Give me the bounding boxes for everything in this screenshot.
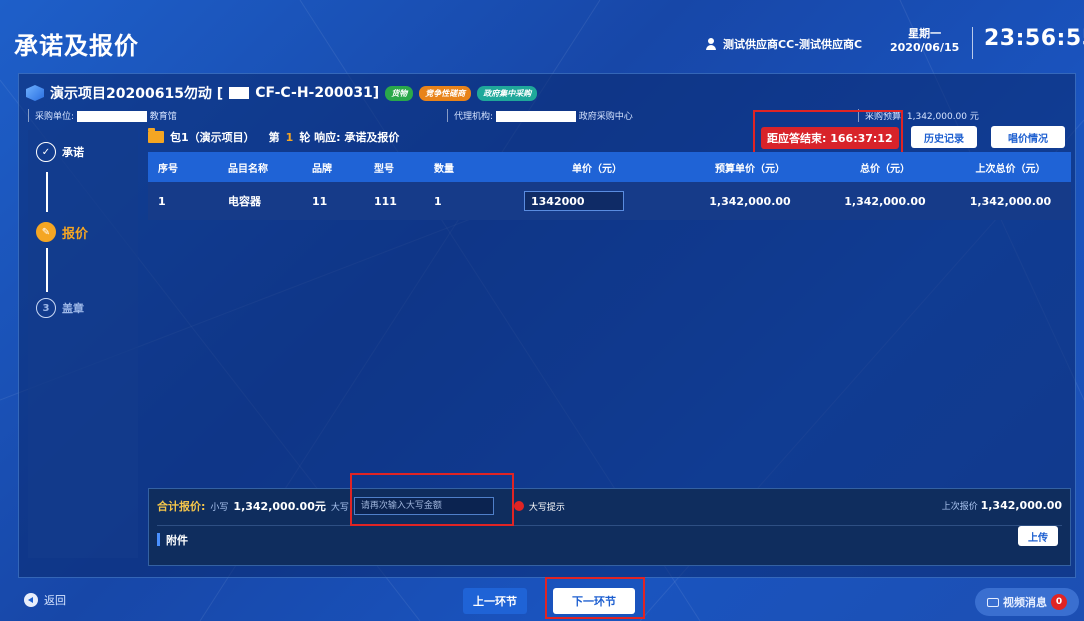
page-title: 承诺及报价 — [14, 32, 139, 60]
user-icon — [705, 38, 717, 50]
table-header-row: 序号 品目名称 品牌 型号 数量 单价（元） 预算单价（元） 总价（元） 上次总… — [148, 152, 1071, 182]
attachment-marker — [157, 533, 160, 546]
package-name: 包1（演示项目） — [170, 131, 255, 144]
project-title-prefix: 演示项目20200615勿动 [ — [50, 86, 224, 102]
video-message-button[interactable]: 视频消息 0 — [975, 588, 1079, 616]
clock: 23:56:55 — [984, 26, 1084, 51]
step-sidebar: ✓ 承诺 ✎ 报价 3 盖章 — [28, 130, 138, 558]
step-quote[interactable]: ✎ 报价 — [36, 222, 88, 242]
round-number: 1 — [285, 130, 294, 144]
last-quote-value: 1,342,000.00 — [980, 499, 1062, 512]
folder-icon — [148, 128, 164, 143]
project-icon — [26, 85, 44, 101]
total-quote-label: 合计报价: — [157, 500, 206, 513]
tag-procurement-type: 政府集中采购 — [477, 85, 538, 101]
col-model: 型号 — [364, 152, 424, 182]
user-name: 测试供应商CC-测试供应商C — [723, 38, 863, 51]
prev-step-button[interactable]: 上一环节 — [463, 588, 527, 614]
step-number: 3 — [36, 298, 56, 318]
date-block: 星期一 2020/06/15 — [890, 27, 959, 55]
cell-model: 111 — [364, 182, 424, 220]
caps-input-highlight — [350, 473, 514, 526]
cell-total: 1,342,000.00 — [820, 182, 950, 220]
header-divider — [972, 27, 973, 59]
step-label: 承诺 — [62, 146, 84, 159]
col-budget-unit: 预算单价（元） — [680, 152, 820, 182]
upload-button[interactable]: 上传 — [1018, 526, 1058, 546]
back-button[interactable]: 返回 — [24, 592, 66, 608]
warning-icon — [513, 501, 524, 511]
purchaser-name: 教育馆 — [149, 112, 177, 122]
tag-method: 竞争性磋商 — [419, 85, 472, 101]
message-count-badge: 0 — [1051, 594, 1067, 610]
agency-name: 政府采购中心 — [578, 112, 633, 122]
deadline-countdown: 距应答结束: 166:37:12 — [761, 127, 899, 149]
package-bar: 包1（演示项目） 第 1 轮 响应: 承诺及报价 — [148, 128, 400, 145]
bid-status-button[interactable]: 唱价情况 — [991, 126, 1065, 148]
col-total: 总价（元） — [820, 152, 950, 182]
step-label: 报价 — [62, 226, 89, 242]
last-quote-label: 上次报价 — [941, 502, 978, 512]
step-connector — [46, 248, 48, 292]
pencil-icon: ✎ — [36, 222, 56, 242]
col-qty: 数量 — [424, 152, 514, 182]
cell-qty: 1 — [424, 182, 514, 220]
user-info: 测试供应商CC-测试供应商C — [705, 36, 862, 52]
history-button[interactable]: 历史记录 — [911, 126, 977, 148]
cell-index: 1 — [148, 182, 218, 220]
redaction-mask — [229, 87, 250, 99]
upper-case-label: 大写 — [330, 502, 349, 513]
purchaser-info: 采购单位: 教育馆 — [28, 109, 177, 122]
agency-label: 代理机构: — [454, 112, 494, 122]
round-prefix: 第 — [268, 131, 280, 144]
table-row: 1 电容器 11 111 1 1,342,000.00 1,342,000.00… — [148, 182, 1071, 220]
attachment-row: 附件 — [157, 525, 1062, 553]
next-button-highlight — [545, 577, 645, 619]
tag-goods: 货物 — [385, 85, 414, 101]
step-commit[interactable]: ✓ 承诺 — [36, 142, 84, 162]
project-title: 演示项目20200615勿动 [ CF-C-H-200031] 货物 竞争性磋商… — [26, 83, 538, 103]
date: 2020/06/15 — [890, 41, 960, 54]
summary-panel: 合计报价: 小写 1,342,000.00元 大写 大写提示 上次报价 1,34… — [148, 488, 1071, 566]
weekday: 星期一 — [908, 27, 942, 40]
cell-unit-price — [514, 182, 680, 220]
col-unit-price: 单价（元） — [514, 152, 680, 182]
quote-table: 序号 品目名称 品牌 型号 数量 单价（元） 预算单价（元） 总价（元） 上次总… — [148, 152, 1071, 220]
agency-info: 代理机构: 政府采购中心 — [447, 109, 633, 122]
lower-case-label: 小写 — [210, 502, 229, 513]
col-brand: 品牌 — [302, 152, 364, 182]
cell-budget-unit: 1,342,000.00 — [680, 182, 820, 220]
col-last-total: 上次总价（元） — [950, 152, 1071, 182]
redaction-mask — [76, 111, 147, 122]
back-label: 返回 — [44, 594, 66, 607]
video-icon — [987, 597, 999, 607]
step-connector — [46, 172, 48, 212]
attachment-label: 附件 — [166, 533, 188, 547]
col-index: 序号 — [148, 152, 218, 182]
caps-hint: 大写提示 — [528, 502, 565, 513]
unit-price-input[interactable] — [524, 191, 624, 211]
cell-name: 电容器 — [218, 182, 302, 220]
redaction-mask — [495, 111, 576, 122]
col-name: 品目名称 — [218, 152, 302, 182]
round-suffix: 轮 响应: 承诺及报价 — [299, 131, 400, 144]
cell-last-total: 1,342,000.00 — [950, 182, 1071, 220]
back-arrow-icon — [24, 593, 38, 607]
project-code-suffix: CF-C-H-200031] — [255, 85, 380, 101]
lower-case-value: 1,342,000.00元 — [233, 500, 326, 513]
last-quote: 上次报价 1,342,000.00 — [942, 499, 1062, 512]
step-seal[interactable]: 3 盖章 — [36, 298, 84, 318]
step-label: 盖章 — [62, 302, 84, 315]
purchaser-label: 采购单位: — [35, 112, 75, 122]
video-message-label: 视频消息 — [1003, 596, 1047, 609]
check-icon: ✓ — [36, 142, 56, 162]
table-empty-area — [148, 222, 1071, 487]
cell-brand: 11 — [302, 182, 364, 220]
